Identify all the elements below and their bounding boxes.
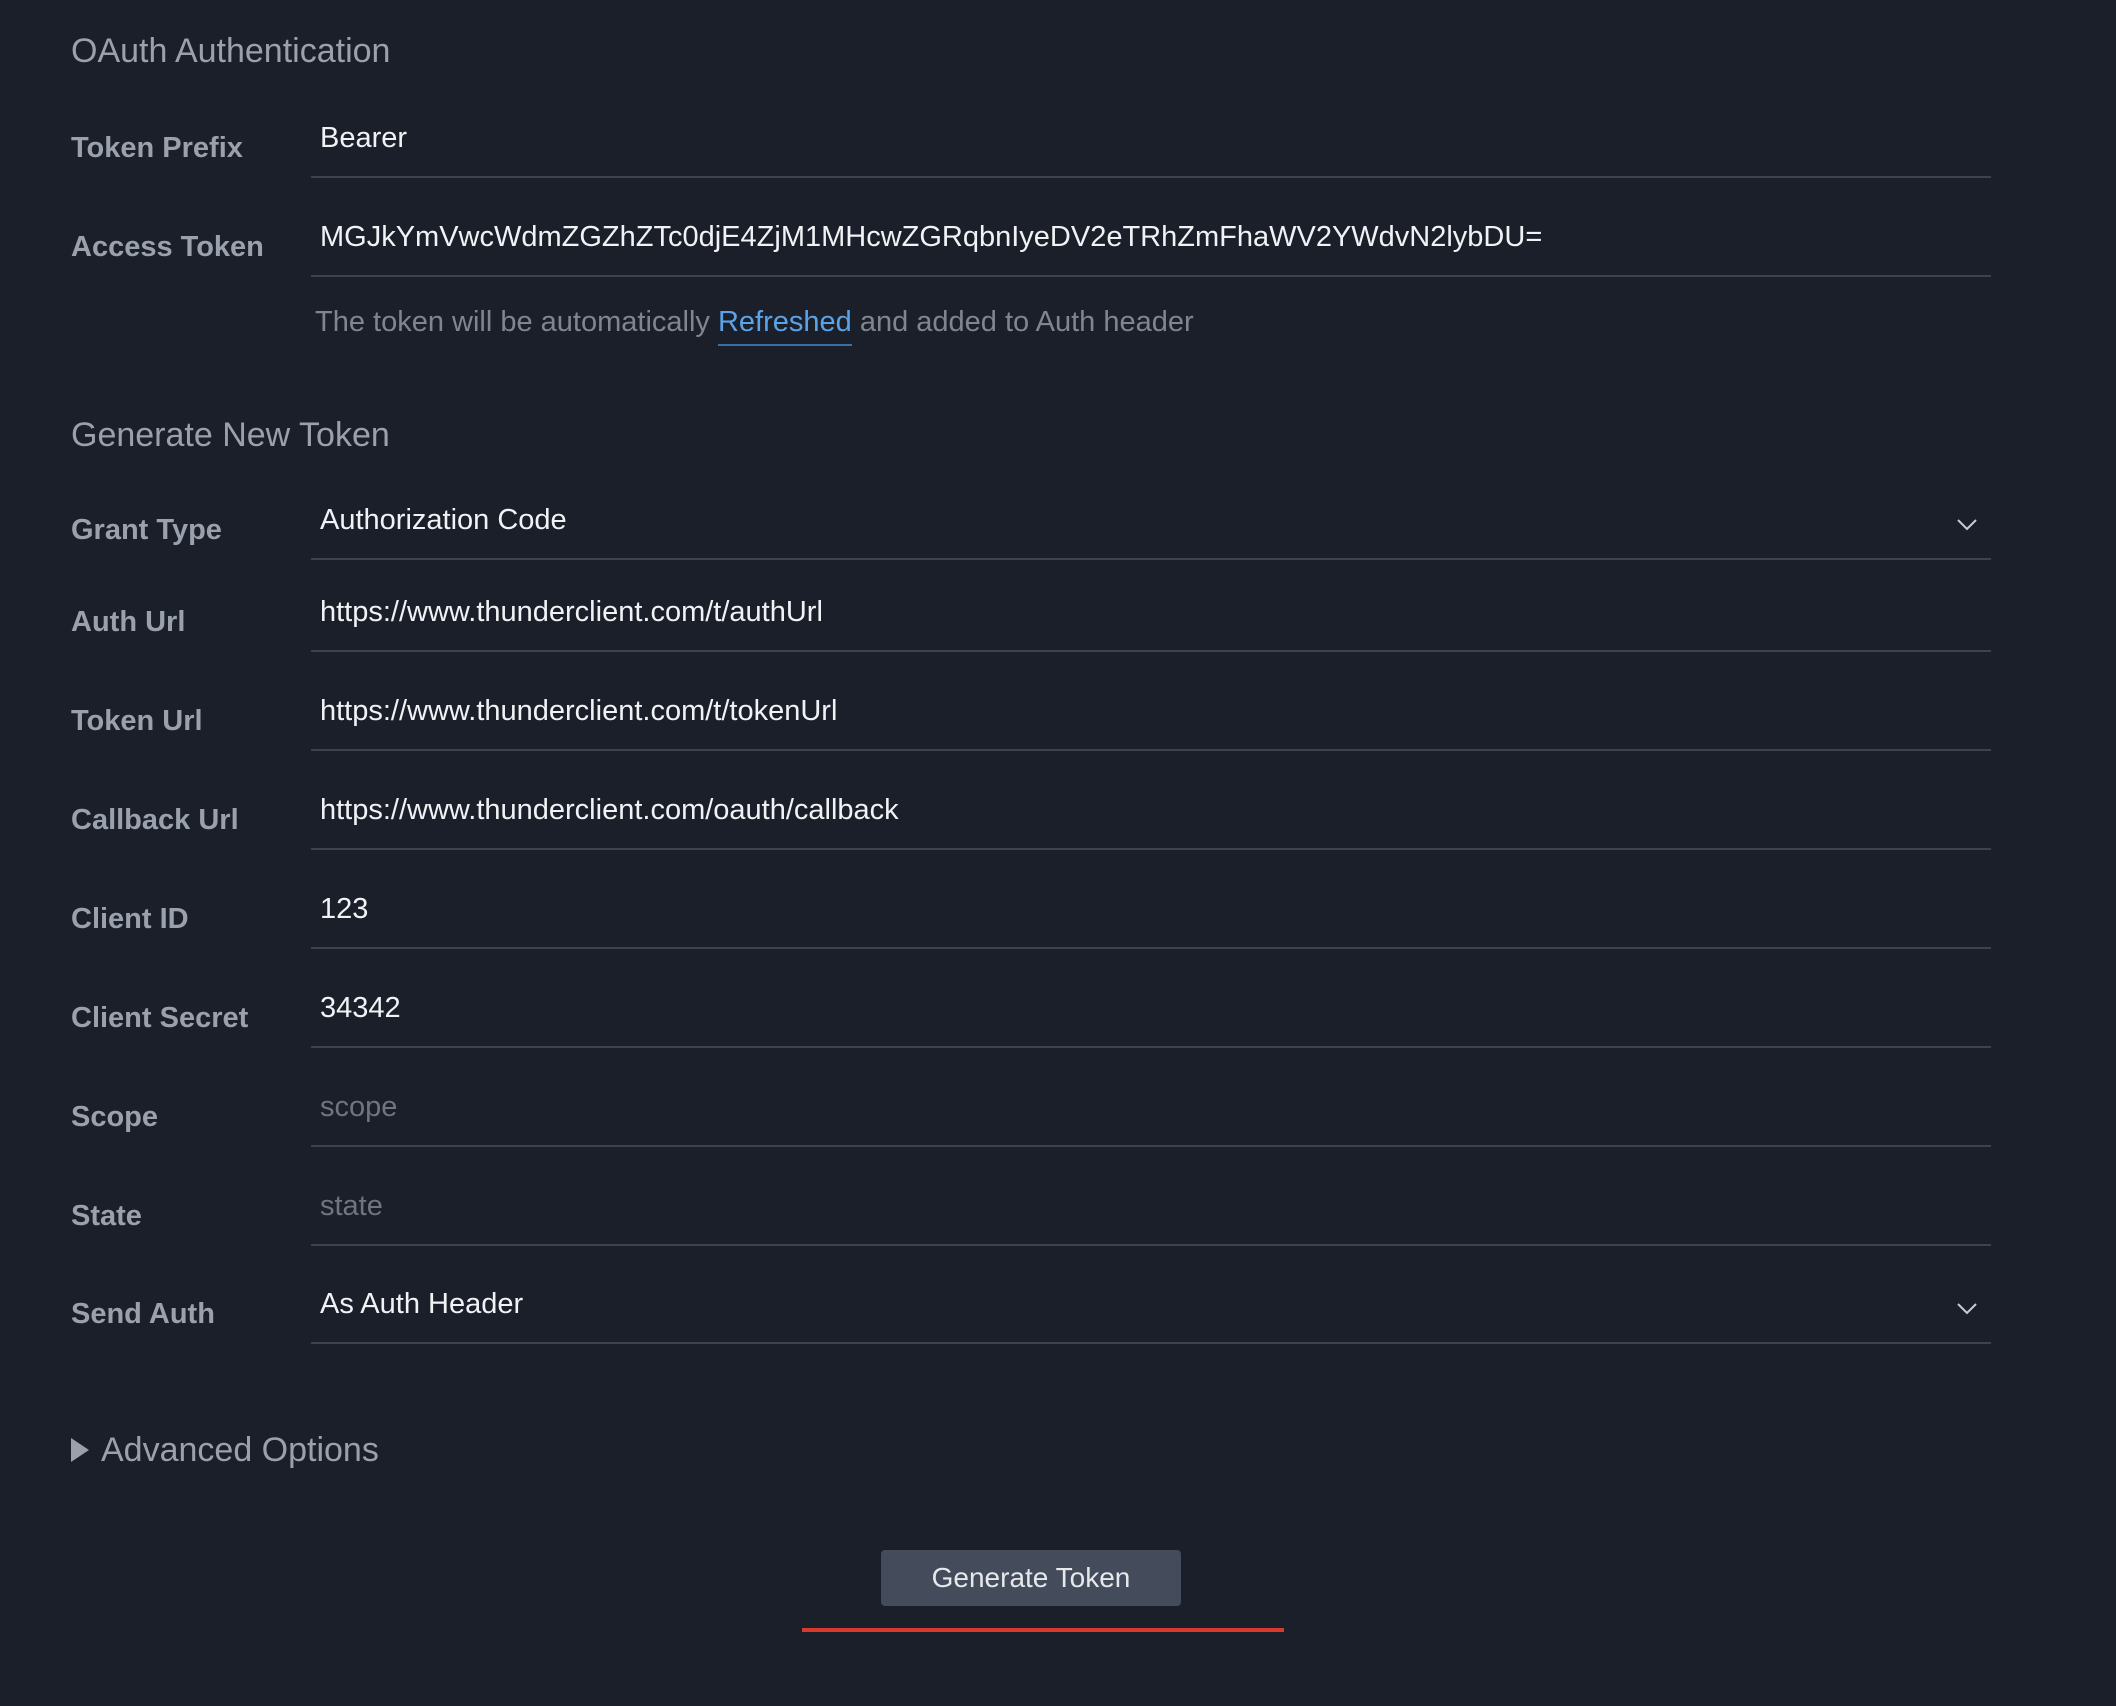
scope-placeholder: scope — [320, 1091, 398, 1123]
callback-url-input[interactable]: https://www.thunderclient.com/oauth/call… — [311, 784, 1991, 850]
callback-url-row: Callback Url https://www.thunderclient.c… — [71, 784, 1991, 864]
refresh-hint-after: and added to Auth header — [851, 306, 1194, 338]
send-auth-select[interactable]: As Auth Header — [311, 1278, 1991, 1344]
token-prefix-label: Token Prefix — [71, 132, 243, 164]
advanced-options-label: Advanced Options — [101, 1431, 379, 1469]
client-secret-label: Client Secret — [71, 1002, 249, 1034]
scope-row: Scope scope — [71, 1081, 1991, 1161]
grant-type-label: Grant Type — [71, 514, 222, 546]
access-token-row: Access Token MGJkYmVwcWdmZGZhZTc0djE4ZjM… — [71, 211, 1991, 291]
token-prefix-row: Token Prefix Bearer — [71, 112, 1991, 192]
grant-type-value: Authorization Code — [320, 504, 567, 536]
advanced-options-toggle[interactable]: Advanced Options — [71, 1431, 379, 1470]
auth-url-input[interactable]: https://www.thunderclient.com/t/authUrl — [311, 586, 1991, 652]
triangle-right-icon — [71, 1438, 89, 1462]
active-indicator-line — [802, 1628, 1284, 1632]
chevron-down-icon — [1957, 519, 1977, 531]
auth-url-row: Auth Url https://www.thunderclient.com/t… — [71, 586, 1991, 666]
callback-url-label: Callback Url — [71, 804, 239, 836]
client-id-value: 123 — [320, 893, 369, 925]
send-auth-label: Send Auth — [71, 1298, 215, 1330]
refresh-hint: The token will be automatically Refreshe… — [315, 306, 1194, 346]
state-input[interactable]: state — [311, 1180, 1991, 1246]
client-secret-row: Client Secret 34342 — [71, 982, 1991, 1062]
token-url-value: https://www.thunderclient.com/t/tokenUrl — [320, 695, 838, 727]
client-secret-value: 34342 — [320, 992, 401, 1024]
chevron-down-icon — [1957, 1303, 1977, 1315]
oauth-section-title: OAuth Authentication — [71, 32, 391, 70]
token-url-label: Token Url — [71, 705, 203, 737]
grant-type-row: Grant Type Authorization Code — [71, 494, 1991, 574]
auth-url-value: https://www.thunderclient.com/t/authUrl — [320, 596, 823, 628]
refreshed-link[interactable]: Refreshed — [717, 306, 852, 346]
token-prefix-value: Bearer — [320, 122, 408, 154]
token-prefix-input[interactable]: Bearer — [311, 112, 1991, 178]
access-token-value: MGJkYmVwcWdmZGZhZTc0djE4ZjM1MHcwZGRqbnIy… — [320, 221, 1543, 253]
send-auth-value: As Auth Header — [320, 1288, 524, 1320]
scope-label: Scope — [71, 1101, 159, 1133]
grant-type-select[interactable]: Authorization Code — [311, 494, 1991, 560]
state-label: State — [71, 1200, 142, 1232]
refresh-hint-before: The token will be automatically — [315, 306, 718, 338]
client-id-label: Client ID — [71, 903, 189, 935]
generate-section-title: Generate New Token — [71, 416, 390, 454]
state-row: State state — [71, 1180, 1991, 1260]
state-placeholder: state — [320, 1190, 383, 1222]
access-token-input[interactable]: MGJkYmVwcWdmZGZhZTc0djE4ZjM1MHcwZGRqbnIy… — [311, 211, 1991, 277]
callback-url-value: https://www.thunderclient.com/oauth/call… — [320, 794, 899, 826]
send-auth-row: Send Auth As Auth Header — [71, 1278, 1991, 1358]
client-id-row: Client ID 123 — [71, 883, 1991, 963]
client-id-input[interactable]: 123 — [311, 883, 1991, 949]
auth-url-label: Auth Url — [71, 606, 186, 638]
generate-token-button[interactable]: Generate Token — [881, 1550, 1181, 1606]
client-secret-input[interactable]: 34342 — [311, 982, 1991, 1048]
token-url-input[interactable]: https://www.thunderclient.com/t/tokenUrl — [311, 685, 1991, 751]
token-url-row: Token Url https://www.thunderclient.com/… — [71, 685, 1991, 765]
scope-input[interactable]: scope — [311, 1081, 1991, 1147]
access-token-label: Access Token — [71, 231, 264, 263]
